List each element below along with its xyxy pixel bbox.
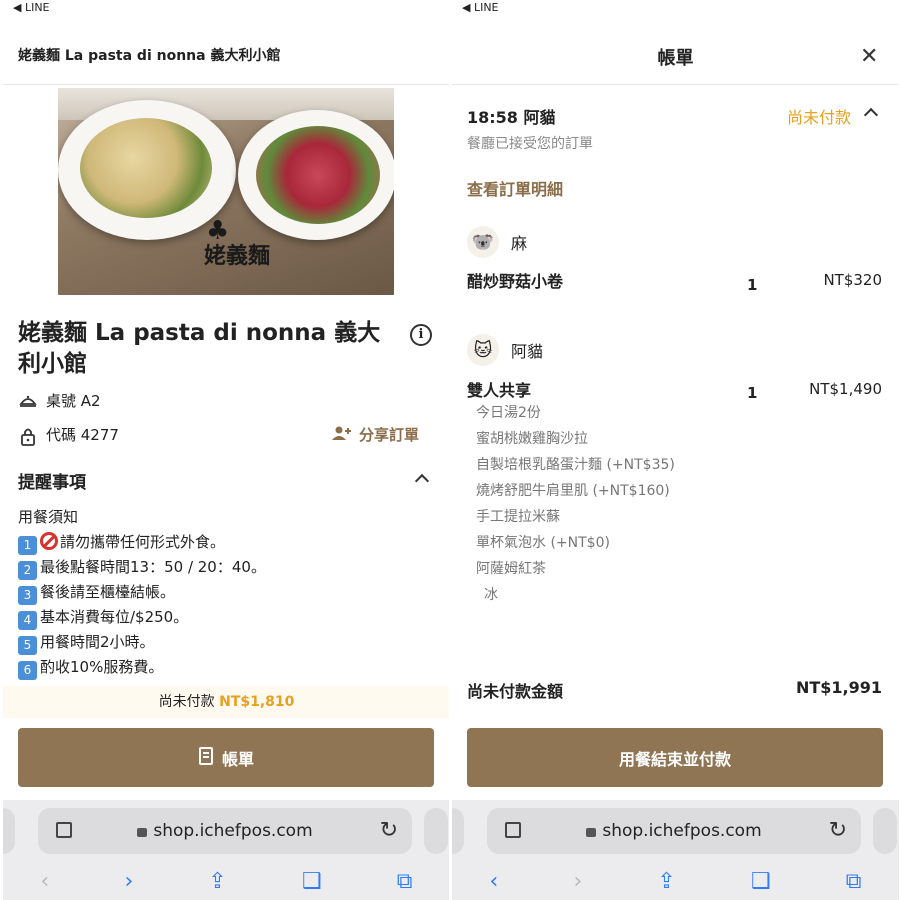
- bill-title: 帳單: [657, 48, 694, 69]
- unpaid-total-amount: NT$1,991: [795, 678, 882, 697]
- reminder-section-title: 提醒事項: [18, 473, 86, 493]
- table-number: 桌號 A2: [46, 392, 101, 410]
- reminder-notes: 用餐須知 1 請勿攜帶任何形式外食。 2 最後點餐時間13：50 / 20：40。 …: [18, 505, 266, 680]
- notes-intro: 用餐須知: [18, 508, 79, 526]
- view-order-details-link[interactable]: 查看訂單明細: [467, 176, 563, 200]
- note-item: 1 請勿攜帶任何形式外食。: [18, 530, 266, 555]
- sub-item: 自製培根乳酪蛋汁麵 (+NT$35): [476, 457, 675, 473]
- close-icon[interactable]: ✕: [860, 44, 878, 69]
- finish-and-pay-button[interactable]: 用餐結束並付款: [467, 728, 883, 787]
- bill-button[interactable]: 帳單: [18, 728, 434, 787]
- info-icon[interactable]: i: [410, 324, 432, 346]
- reader-icon[interactable]: [505, 822, 521, 838]
- item-qty: 1: [747, 276, 758, 294]
- share-icon[interactable]: ⇪: [657, 869, 675, 894]
- note-item: 6 酌收10%服務費。: [18, 655, 266, 680]
- share-order-label: 分享訂單: [359, 426, 420, 444]
- note-item: 4 基本消費每位/$250。: [18, 605, 266, 630]
- sub-item: 手工提拉米蘇: [476, 509, 560, 525]
- status-bar: ◀ LINE: [452, 0, 899, 16]
- share-icon[interactable]: ⇪: [208, 869, 226, 894]
- sub-item: 蜜胡桃嫩雞胸沙拉: [476, 431, 588, 447]
- page-header-title: 姥義麵 La pasta di nonna 義大利小館: [18, 48, 281, 64]
- person-row: 🐱 阿貓: [467, 334, 543, 366]
- tabs-icon[interactable]: ⧉: [397, 869, 413, 894]
- service-bell-icon: [18, 392, 38, 410]
- unpaid-amount: NT$1,810: [219, 694, 295, 710]
- bookmarks-icon[interactable]: ❑: [302, 869, 322, 894]
- add-person-icon: [331, 425, 353, 445]
- restaurant-logo: 姥義麵: [204, 243, 271, 269]
- chevron-up-icon[interactable]: [414, 473, 430, 489]
- sub-item: 單杯氣泡水 (+NT$0): [476, 535, 610, 551]
- back-to-line-link[interactable]: ◀ LINE: [13, 1, 50, 14]
- sub-item: 阿薩姆紅茶: [476, 561, 546, 577]
- reload-icon[interactable]: ↻: [829, 818, 847, 843]
- table-number-row: 桌號 A2: [18, 390, 101, 411]
- unpaid-summary-bar: 尚未付款 NT$1,810: [3, 686, 450, 718]
- sub-item: 冰: [484, 587, 498, 603]
- address-bar[interactable]: shop.ichefpos.com ↻: [38, 808, 412, 854]
- receipt-icon: [198, 746, 214, 769]
- order-status: 尚未付款: [787, 108, 852, 127]
- lock-icon: [586, 827, 597, 837]
- person-name: 阿貓: [511, 342, 544, 361]
- status-bar: ◀ LINE: [3, 0, 450, 16]
- lock-icon: [18, 426, 38, 446]
- header-divider: [452, 84, 899, 85]
- cat-icon: 🐱: [467, 334, 499, 366]
- person-name: 麻: [511, 234, 528, 253]
- item-price: NT$320: [823, 271, 882, 289]
- restaurant-hero-image: ♣ 姥義麵: [58, 88, 394, 295]
- safari-nav-bar: ‹ › ⇪ ❑ ⧉: [3, 862, 450, 900]
- url-text: shop.ichefpos.com: [153, 821, 313, 841]
- header-divider: [3, 84, 450, 85]
- unpaid-total-label: 尚未付款金額: [467, 682, 564, 701]
- finish-and-pay-label: 用餐結束並付款: [618, 749, 731, 769]
- lock-icon: [137, 827, 148, 837]
- tabs-icon[interactable]: ⧉: [846, 869, 862, 894]
- back-to-line-link[interactable]: ◀ LINE: [462, 1, 499, 14]
- note-item: 2 最後點餐時間13：50 / 20：40。: [18, 555, 266, 580]
- reader-icon[interactable]: [56, 822, 72, 838]
- url-text: shop.ichefpos.com: [602, 821, 762, 841]
- item-qty: 1: [747, 384, 758, 402]
- bill-panel: ◀ LINE 帳單 ✕ 18:58 阿貓 尚未付款 餐廳已接受您的訂單 查看訂單…: [452, 0, 899, 900]
- person-row: 🐨 麻: [467, 226, 527, 258]
- order-code: 代碼 4277: [46, 426, 119, 444]
- address-bar[interactable]: shop.ichefpos.com ↻: [487, 808, 861, 854]
- share-order-button[interactable]: 分享訂單: [331, 424, 419, 445]
- forward-arrow-icon[interactable]: ›: [573, 869, 582, 894]
- safari-nav-bar: ‹ › ⇪ ❑ ⧉: [452, 862, 899, 900]
- order-time-name: 18:58 阿貓: [467, 108, 556, 127]
- back-arrow-icon[interactable]: ‹: [490, 869, 499, 894]
- item-price: NT$1,490: [809, 380, 882, 398]
- sub-item: 今日湯2份: [476, 405, 541, 421]
- no-entry-icon: [40, 532, 58, 550]
- item-name: 醋炒野菇小卷: [467, 272, 564, 291]
- chevron-up-icon[interactable]: [863, 107, 879, 123]
- set-sub-items: 今日湯2份 蜜胡桃嫩雞胸沙拉 自製培根乳酪蛋汁麵 (+NT$35) 燒烤舒肥牛肩…: [476, 400, 675, 608]
- sub-item: 燒烤舒肥牛肩里肌 (+NT$160): [476, 483, 670, 499]
- back-arrow-icon[interactable]: ‹: [41, 869, 50, 894]
- restaurant-title: 姥義麵 La pasta di nonna 義大利小館: [18, 320, 381, 377]
- bookmarks-icon[interactable]: ❑: [751, 869, 771, 894]
- unpaid-label: 尚未付款: [158, 694, 215, 710]
- forward-arrow-icon[interactable]: ›: [124, 869, 133, 894]
- order-accepted-text: 餐廳已接受您的訂單: [467, 136, 593, 152]
- koala-icon: 🐨: [467, 226, 499, 258]
- item-name: 雙人共享: [467, 381, 532, 400]
- order-page-panel: ◀ LINE 姥義麵 La pasta di nonna 義大利小館 ♣ 姥義麵…: [3, 0, 450, 900]
- order-code-row: 代碼 4277: [18, 424, 119, 446]
- note-item: 3 餐後請至櫃檯結帳。: [18, 580, 266, 605]
- note-item: 5 用餐時間2小時。: [18, 630, 266, 655]
- reload-icon[interactable]: ↻: [380, 818, 398, 843]
- bill-button-label: 帳單: [221, 749, 254, 769]
